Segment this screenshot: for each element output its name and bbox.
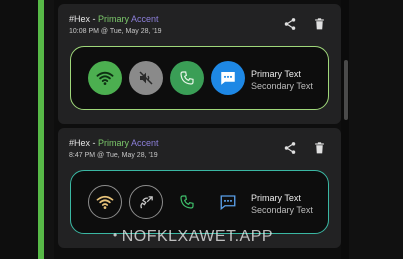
theme-primary-label: Primary: [98, 14, 130, 24]
phone-icon: [180, 195, 194, 209]
theme-title: #Hex - Primary Accent: [69, 138, 159, 148]
preview-primary-text: Primary Text: [251, 69, 301, 79]
trash-icon: [314, 18, 324, 30]
volume-off-icon: [139, 71, 153, 85]
share-button[interactable]: [282, 140, 298, 156]
theme-primary-label: Primary: [98, 138, 130, 148]
preview-missed-call-badge: [129, 185, 163, 219]
preview-mute-badge: [129, 61, 163, 95]
theme-title-separator: -: [90, 14, 99, 24]
chat-icon: [220, 195, 236, 211]
preview-phone-badge: [170, 185, 204, 219]
app-edge-panel: [44, 0, 54, 259]
phone-icon: [180, 71, 194, 85]
watermark-dot: •: [113, 228, 118, 242]
scrollbar-track: [341, 0, 349, 259]
theme-accent-label: Accent: [131, 138, 159, 148]
theme-accent-label: Accent: [131, 14, 159, 24]
theme-timestamp: 8:47 PM @ Tue, May 28, '19: [69, 152, 158, 159]
watermark-text: NOFKLXAWET.APP: [121, 228, 274, 245]
preview-chat-badge: [211, 185, 245, 219]
theme-hex-label: #Hex: [69, 138, 91, 148]
phone-missed-icon: [139, 195, 153, 208]
chat-icon: [221, 72, 235, 85]
scrollbar-thumb[interactable]: [344, 60, 348, 120]
share-icon: [284, 142, 296, 154]
theme-hex-label: #Hex: [69, 14, 91, 24]
delete-button[interactable]: [311, 16, 327, 32]
theme-preview: Primary Text Secondary Text: [70, 170, 329, 234]
theme-timestamp: 10:08 PM @ Tue, May 28, '19: [69, 28, 162, 35]
theme-title-separator: -: [90, 138, 99, 148]
preview-secondary-text: Secondary Text: [251, 81, 313, 91]
theme-title: #Hex - Primary Accent: [69, 14, 159, 24]
trash-icon: [314, 142, 324, 154]
preview-phone-badge: [170, 61, 204, 95]
app-edge-right: [349, 0, 403, 259]
wifi-icon: [96, 195, 114, 209]
preview-chat-badge: [211, 61, 245, 95]
wifi-icon: [96, 71, 114, 85]
share-icon: [284, 18, 296, 30]
preview-secondary-text: Secondary Text: [251, 205, 313, 215]
theme-card[interactable]: #Hex - Primary Accent 10:08 PM @ Tue, Ma…: [58, 4, 341, 124]
delete-button[interactable]: [311, 140, 327, 156]
share-button[interactable]: [282, 16, 298, 32]
theme-preview: Primary Text Secondary Text: [70, 46, 329, 110]
preview-wifi-badge: [88, 61, 122, 95]
preview-wifi-badge: [88, 185, 122, 219]
watermark: • NOFKLXAWET.APP: [113, 228, 273, 246]
preview-primary-text: Primary Text: [251, 193, 301, 203]
